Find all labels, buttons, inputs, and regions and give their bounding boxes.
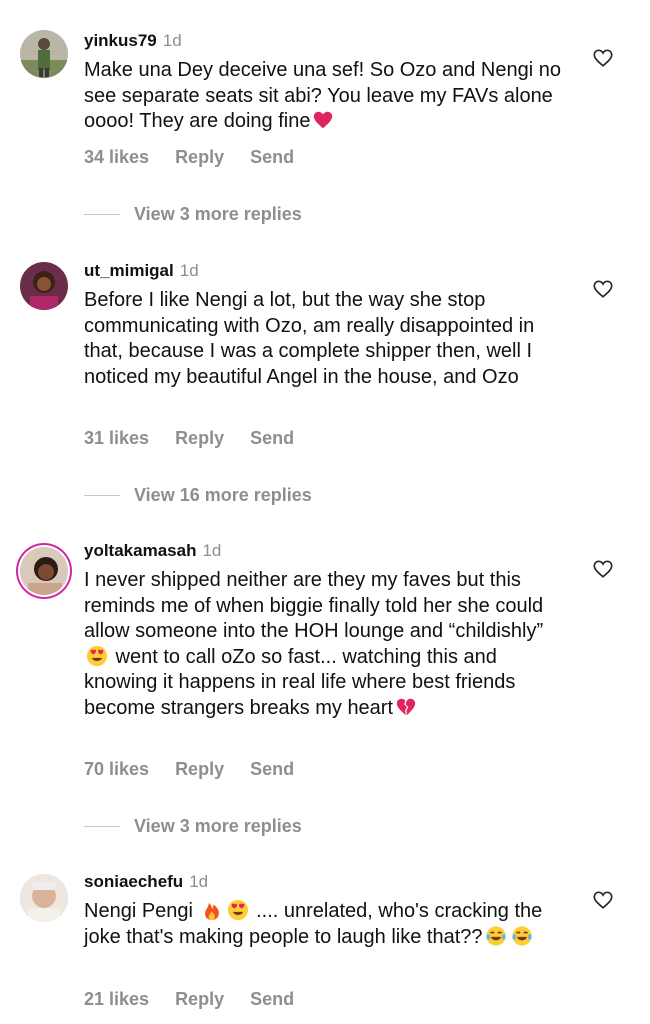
- tears-of-joy-emoji-icon: [485, 925, 506, 946]
- avatar[interactable]: [20, 874, 68, 922]
- avatar[interactable]: [20, 262, 68, 310]
- comment-actions: 34 likes Reply Send: [84, 147, 320, 168]
- comment-body-part1: I never shipped neither are they my fave…: [84, 569, 544, 642]
- username[interactable]: yoltakamasah: [84, 541, 196, 560]
- comment-actions: 70 likes Reply Send: [84, 759, 320, 780]
- avatar[interactable]: [20, 547, 68, 595]
- reply-button[interactable]: Reply: [175, 759, 224, 779]
- username[interactable]: yinkus79: [84, 31, 157, 50]
- replies-divider: [84, 826, 120, 827]
- timestamp: 1d: [162, 31, 182, 50]
- avatar-image-icon: [20, 874, 68, 922]
- timestamp: 1d: [202, 541, 222, 560]
- reply-button[interactable]: Reply: [175, 989, 224, 1009]
- comment-body: Before I like Nengi a lot, but the way s…: [84, 289, 535, 388]
- view-replies-label: View 3 more replies: [134, 204, 302, 224]
- heart-eyes-emoji-icon: [86, 645, 108, 666]
- replies-divider: [84, 495, 120, 496]
- view-replies-button[interactable]: View 3 more replies: [84, 816, 302, 837]
- comment-body-part2: went to call oZo so fast... watching thi…: [84, 645, 516, 719]
- comment-text: Make una Dey deceive una sef! So Ozo and…: [84, 58, 574, 135]
- view-replies-label: View 16 more replies: [134, 485, 312, 505]
- broken-heart-emoji-icon: [396, 698, 416, 715]
- send-button[interactable]: Send: [250, 989, 294, 1009]
- heart-eyes-emoji-icon: [227, 899, 248, 921]
- username[interactable]: ut_mimigal: [84, 261, 174, 280]
- likes-count[interactable]: 21 likes: [84, 989, 149, 1009]
- replies-divider: [84, 214, 120, 215]
- timestamp: 1d: [179, 261, 199, 280]
- view-replies-button[interactable]: View 3 more replies: [84, 204, 302, 225]
- red-heart-emoji-icon: [314, 111, 333, 129]
- likes-count[interactable]: 34 likes: [84, 147, 149, 167]
- comment-actions: 21 likes Reply Send: [84, 989, 320, 1010]
- fire-emoji-icon: [204, 903, 219, 921]
- comment-header: yinkus79 1d: [84, 31, 182, 51]
- like-heart-icon[interactable]: [592, 558, 614, 580]
- like-heart-icon[interactable]: [592, 47, 614, 69]
- timestamp: 1d: [189, 872, 209, 891]
- likes-count[interactable]: 70 likes: [84, 759, 149, 779]
- reply-button[interactable]: Reply: [175, 147, 224, 167]
- avatar-image-icon: [20, 262, 68, 310]
- like-heart-icon[interactable]: [592, 278, 614, 300]
- send-button[interactable]: Send: [250, 147, 294, 167]
- avatar-image-icon: [20, 30, 68, 78]
- username[interactable]: soniaechefu: [84, 872, 183, 891]
- tears-of-joy-emoji-icon: [511, 925, 532, 946]
- likes-count[interactable]: 31 likes: [84, 428, 149, 448]
- reply-button[interactable]: Reply: [175, 428, 224, 448]
- comment-body-part1: Nengi Pengi: [84, 900, 193, 922]
- comment-header: ut_mimigal 1d: [84, 261, 199, 281]
- comment-text: Before I like Nengi a lot, but the way s…: [84, 288, 569, 390]
- comment-text: Nengi Pengi .... unrelated, who's cracki…: [84, 899, 569, 950]
- comment-header: soniaechefu 1d: [84, 872, 208, 892]
- comment-actions: 31 likes Reply Send: [84, 428, 320, 449]
- view-replies-label: View 3 more replies: [134, 816, 302, 836]
- avatar-image-icon: [20, 547, 68, 595]
- avatar[interactable]: [20, 30, 68, 78]
- like-heart-icon[interactable]: [592, 889, 614, 911]
- view-replies-button[interactable]: View 16 more replies: [84, 485, 312, 506]
- comment-text: I never shipped neither are they my fave…: [84, 568, 559, 721]
- comment-header: yoltakamasah 1d: [84, 541, 221, 561]
- send-button[interactable]: Send: [250, 428, 294, 448]
- send-button[interactable]: Send: [250, 759, 294, 779]
